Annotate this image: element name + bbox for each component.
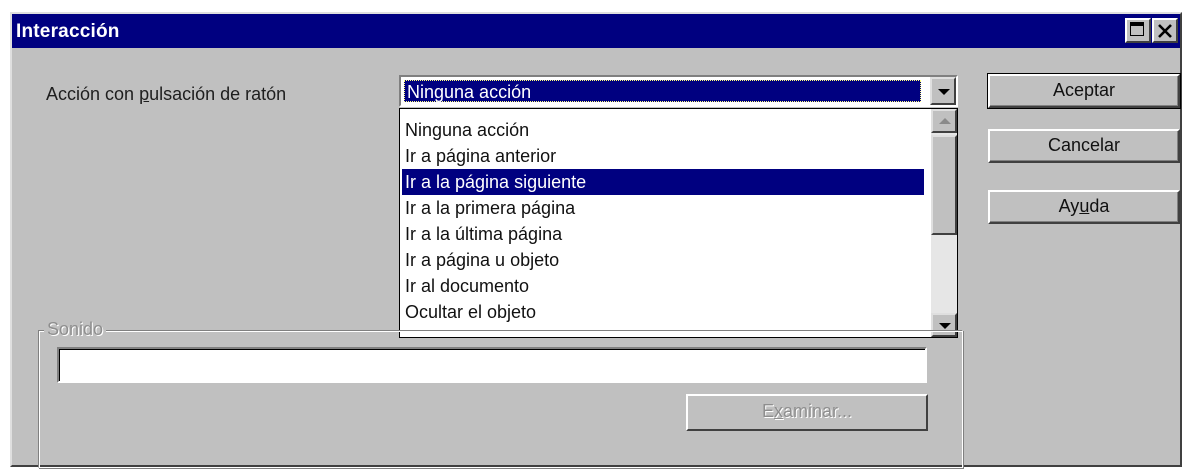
list-item-selected[interactable]: Ir a la página siguiente bbox=[402, 169, 924, 195]
title-bar[interactable]: Interacción bbox=[12, 14, 1180, 48]
window-title: Interacción bbox=[16, 21, 120, 42]
cancel-button[interactable]: Cancelar bbox=[988, 129, 1180, 163]
maximize-button[interactable] bbox=[1125, 18, 1151, 43]
action-combobox[interactable]: Ninguna acción bbox=[399, 75, 958, 107]
sound-group-title: Sonido bbox=[44, 319, 107, 340]
accept-button[interactable]: Aceptar bbox=[987, 73, 1181, 109]
list-item[interactable]: Ir al documento bbox=[402, 273, 924, 299]
scroll-up-icon bbox=[939, 118, 951, 124]
close-icon bbox=[1158, 24, 1172, 38]
list-item[interactable]: Ir a página anterior bbox=[402, 143, 924, 169]
dropdown-scrollbar[interactable] bbox=[931, 109, 957, 337]
action-label: Acción con pulsación de ratón bbox=[46, 84, 286, 105]
combobox-dropdown-button[interactable] bbox=[930, 77, 956, 105]
list-item[interactable]: Ir a la primera página bbox=[402, 195, 924, 221]
scroll-down-icon bbox=[939, 323, 951, 329]
list-item[interactable]: Ir a página u objeto bbox=[402, 247, 924, 273]
scrollbar-thumb[interactable] bbox=[931, 135, 957, 235]
scroll-up-button[interactable] bbox=[931, 109, 957, 133]
action-combobox-value: Ninguna acción bbox=[404, 80, 921, 102]
interaccion-dialog: Interacción Acción con pulsación de rató… bbox=[10, 12, 1182, 468]
close-button[interactable] bbox=[1152, 18, 1178, 43]
list-item[interactable]: Ir a la última página bbox=[402, 221, 924, 247]
sound-input[interactable] bbox=[57, 347, 927, 383]
browse-button-label: Examinar... bbox=[761, 401, 853, 421]
help-button[interactable]: Ayuda bbox=[988, 190, 1180, 224]
action-label-text: Acción con pulsación de ratón bbox=[46, 84, 287, 104]
chevron-down-icon bbox=[938, 89, 950, 95]
list-item[interactable]: Ninguna acción bbox=[402, 117, 924, 143]
action-dropdown-list[interactable]: Ninguna acción Ir a página anterior Ir a… bbox=[399, 108, 958, 338]
list-item[interactable]: Ocultar el objeto bbox=[402, 299, 924, 325]
help-button-label: Ayuda bbox=[1058, 196, 1110, 216]
maximize-icon bbox=[1130, 22, 1144, 36]
browse-button[interactable]: Examinar... bbox=[686, 394, 928, 431]
